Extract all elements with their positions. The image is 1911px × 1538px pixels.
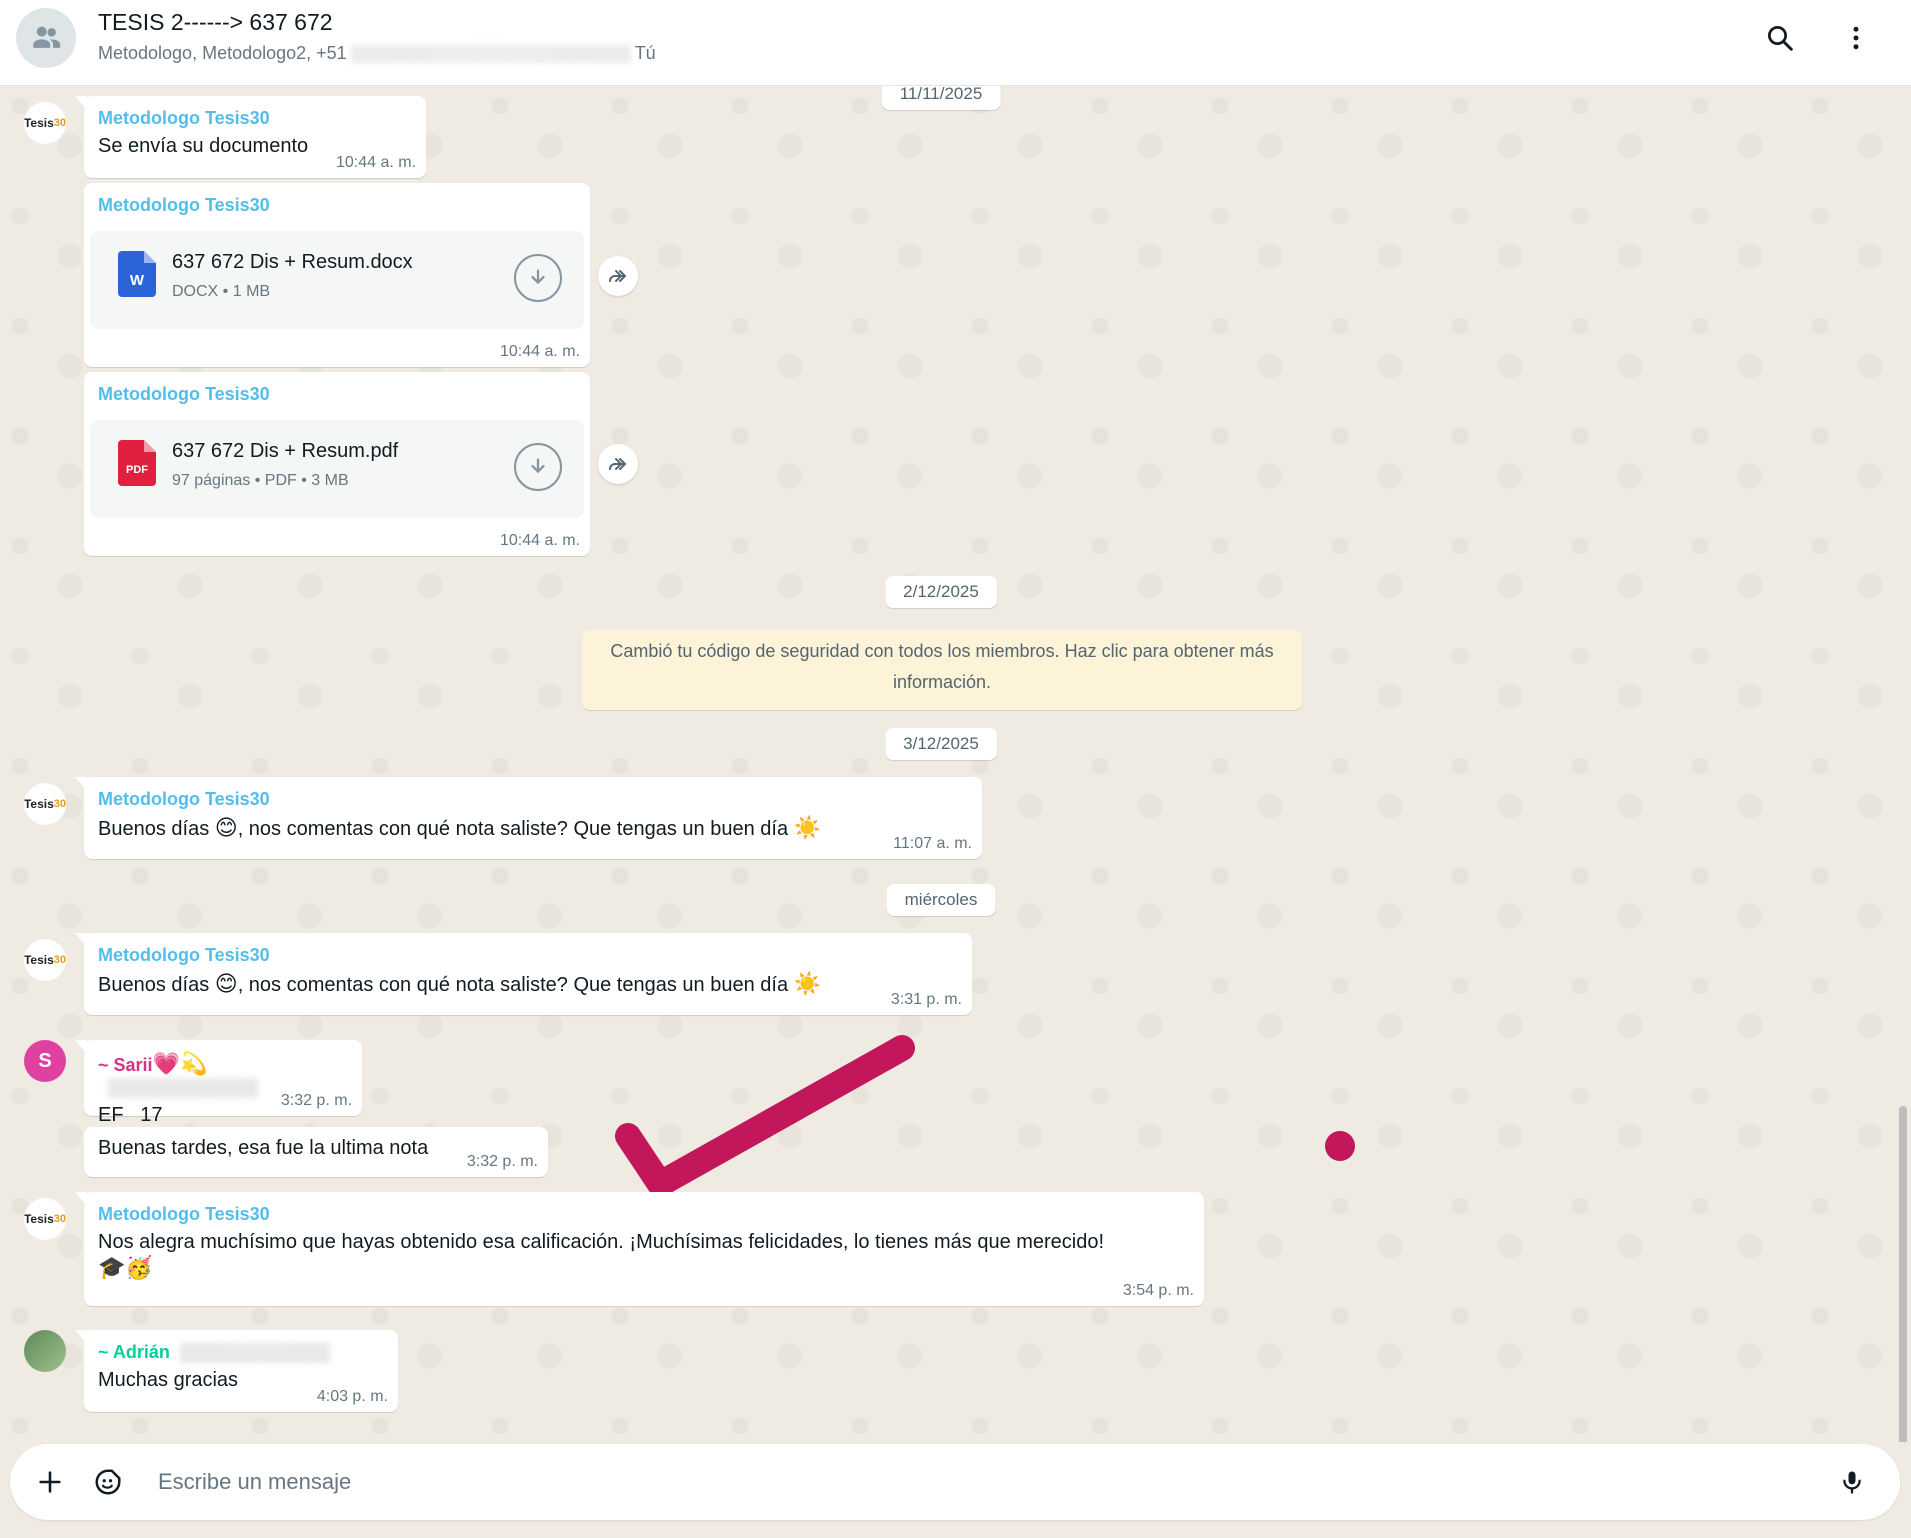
pdf-file-icon: PDF (118, 440, 156, 486)
sender-name[interactable]: Metodologo Tesis30 (98, 1204, 1192, 1225)
chat-messages-area[interactable]: 11/11/2025 Tesis 30 Metodologo Tesis30 Se… (0, 86, 1911, 1442)
heart-sparkle-emoji-icon: 💗💫 (152, 1052, 208, 1077)
blurred-phone (179, 1343, 330, 1364)
avatar-logo-text: Tesis (24, 953, 54, 967)
compose-box[interactable] (10, 1444, 1900, 1520)
avatar-logo-number: 30 (53, 117, 66, 129)
document-message[interactable]: Metodologo Tesis30 PDF 637 672 Dis + Res… (84, 372, 590, 556)
date-chip: miércoles (886, 884, 996, 916)
chat-title[interactable]: TESIS 2------> 637 672 (98, 9, 333, 36)
sun-emoji-icon: ☀️ (793, 816, 822, 841)
word-file-icon: W (118, 251, 156, 297)
avatar[interactable]: Tesis 30 (24, 102, 66, 144)
message-bubble[interactable]: Buenas tardes, esa fue la ultima nota 3:… (84, 1127, 548, 1177)
dot-annotation (1325, 1131, 1355, 1161)
search-icon[interactable] (1760, 18, 1800, 58)
doc-icon-letter: W (130, 272, 145, 289)
sender-name[interactable]: Metodologo Tesis30 (98, 108, 414, 129)
avatar[interactable] (24, 1330, 66, 1372)
text-part: , nos comentas con qué nota saliste? Que… (237, 818, 794, 840)
avatar[interactable]: Tesis 30 (24, 783, 66, 825)
text-part: , nos comentas con qué nota saliste? Que… (237, 974, 794, 996)
message-time: 10:44 a. m. (335, 154, 416, 171)
download-icon[interactable] (514, 443, 562, 491)
message-bubble[interactable]: Metodologo Tesis30 Nos alegra muchísimo … (75, 1192, 1204, 1306)
chat-participants[interactable]: Metodologo, Metodologo2, +51 Tú (98, 43, 656, 64)
participants-start: Metodologo, Metodologo2, +51 (98, 43, 347, 63)
sender-name[interactable]: ~ Adrián (98, 1342, 386, 1364)
message-body: Se envía su documento (98, 135, 309, 157)
message-bubble[interactable]: Metodologo Tesis30 Buenos días 😊, nos co… (75, 777, 982, 859)
sender-name-text: ~ Sarii (98, 1055, 153, 1075)
sender-name[interactable]: Metodologo Tesis30 (98, 945, 960, 966)
file-meta: DOCX • 1 MB (172, 283, 271, 300)
plus-icon[interactable] (30, 1462, 70, 1502)
text-part: Buenos días (98, 974, 215, 996)
security-code-notice[interactable]: Cambió tu código de seguridad con todos … (582, 630, 1302, 710)
message-time: 10:44 a. m. (499, 343, 580, 360)
avatar-logo-text: Tesis (24, 797, 54, 811)
date-chip: 11/11/2025 (881, 86, 1001, 110)
avatar-logo-number: 30 (53, 954, 66, 966)
message-time: 4:03 p. m. (316, 1388, 388, 1405)
smile-emoji-icon: 😊 (214, 816, 238, 841)
document-attachment[interactable]: W 637 672 Dis + Resum.docx DOCX • 1 MB (90, 231, 584, 329)
group-avatar-icon[interactable] (16, 8, 76, 68)
message-bubble[interactable]: Metodologo Tesis30 Se envía su documento… (75, 96, 426, 178)
message-input[interactable] (158, 1460, 1798, 1504)
message-body: Buenas tardes, esa fue la ultima nota (98, 1137, 429, 1159)
avatar[interactable]: Tesis 30 (24, 939, 66, 981)
date-chip: 3/12/2025 (885, 728, 997, 760)
microphone-icon[interactable] (1832, 1462, 1872, 1502)
message-text: Buenos días 😊, nos comentas con qué nota… (98, 972, 960, 997)
scrollbar[interactable] (1899, 1106, 1907, 1442)
message-bubble[interactable]: ~ Sarii💗💫 EF 17 3:32 p. m. (75, 1040, 362, 1126)
kebab-menu-icon[interactable] (1836, 18, 1876, 58)
message-time: 10:44 a. m. (499, 532, 580, 549)
blurred-participants (350, 45, 631, 64)
sun-emoji-icon: ☀️ (793, 972, 822, 997)
message-body: Nos alegra muchísimo que hayas obtenido … (98, 1231, 1105, 1253)
message-time: 3:32 p. m. (466, 1153, 538, 1170)
avatar-logo-text: Tesis (24, 116, 54, 130)
avatar-logo-number: 30 (53, 798, 66, 810)
avatar-logo-number: 30 (53, 1213, 66, 1225)
avatar[interactable]: S (24, 1040, 66, 1082)
avatar[interactable]: Tesis 30 (24, 1198, 66, 1240)
sender-name[interactable]: Metodologo Tesis30 (98, 789, 970, 810)
file-name[interactable]: 637 672 Dis + Resum.pdf (172, 440, 398, 463)
text-part: Buenos días (98, 818, 215, 840)
message-bubble[interactable]: ~ Adrián Muchas gracias 4:03 p. m. (75, 1330, 398, 1412)
smile-emoji-icon: 😊 (214, 972, 238, 997)
sender-name[interactable]: Metodologo Tesis30 (98, 195, 578, 216)
doc-icon-letter: PDF (126, 464, 148, 476)
message-time: 3:32 p. m. (280, 1092, 352, 1109)
message-bubble[interactable]: Metodologo Tesis30 Buenos días 😊, nos co… (75, 933, 972, 1015)
file-name[interactable]: 637 672 Dis + Resum.docx (172, 251, 413, 274)
file-meta: 97 páginas • PDF • 3 MB (172, 472, 349, 489)
composer-bar (0, 1442, 1911, 1538)
sender-name[interactable]: Metodologo Tesis30 (98, 384, 578, 405)
document-attachment[interactable]: PDF 637 672 Dis + Resum.pdf 97 páginas •… (90, 420, 584, 518)
avatar-logo-text: Tesis (24, 1212, 54, 1226)
download-icon[interactable] (514, 254, 562, 302)
document-message[interactable]: Metodologo Tesis30 W 637 672 Dis + Resum… (84, 183, 590, 367)
chat-header[interactable]: TESIS 2------> 637 672 Metodologo, Metod… (0, 0, 1911, 86)
forward-icon[interactable] (598, 256, 638, 296)
sticker-icon[interactable] (88, 1462, 128, 1502)
message-time: 3:54 p. m. (1122, 1282, 1194, 1299)
message-time: 11:07 a. m. (893, 835, 972, 852)
forward-icon[interactable] (598, 444, 638, 484)
blurred-phone (108, 1078, 258, 1099)
message-text: Buenos días 😊, nos comentas con qué nota… (98, 816, 970, 841)
sender-name-text: ~ Adrián (98, 1342, 170, 1362)
participants-end: Tú (634, 43, 656, 63)
graduation-party-emoji-icon: 🎓🥳 (98, 1256, 153, 1281)
date-chip: 2/12/2025 (885, 576, 997, 608)
